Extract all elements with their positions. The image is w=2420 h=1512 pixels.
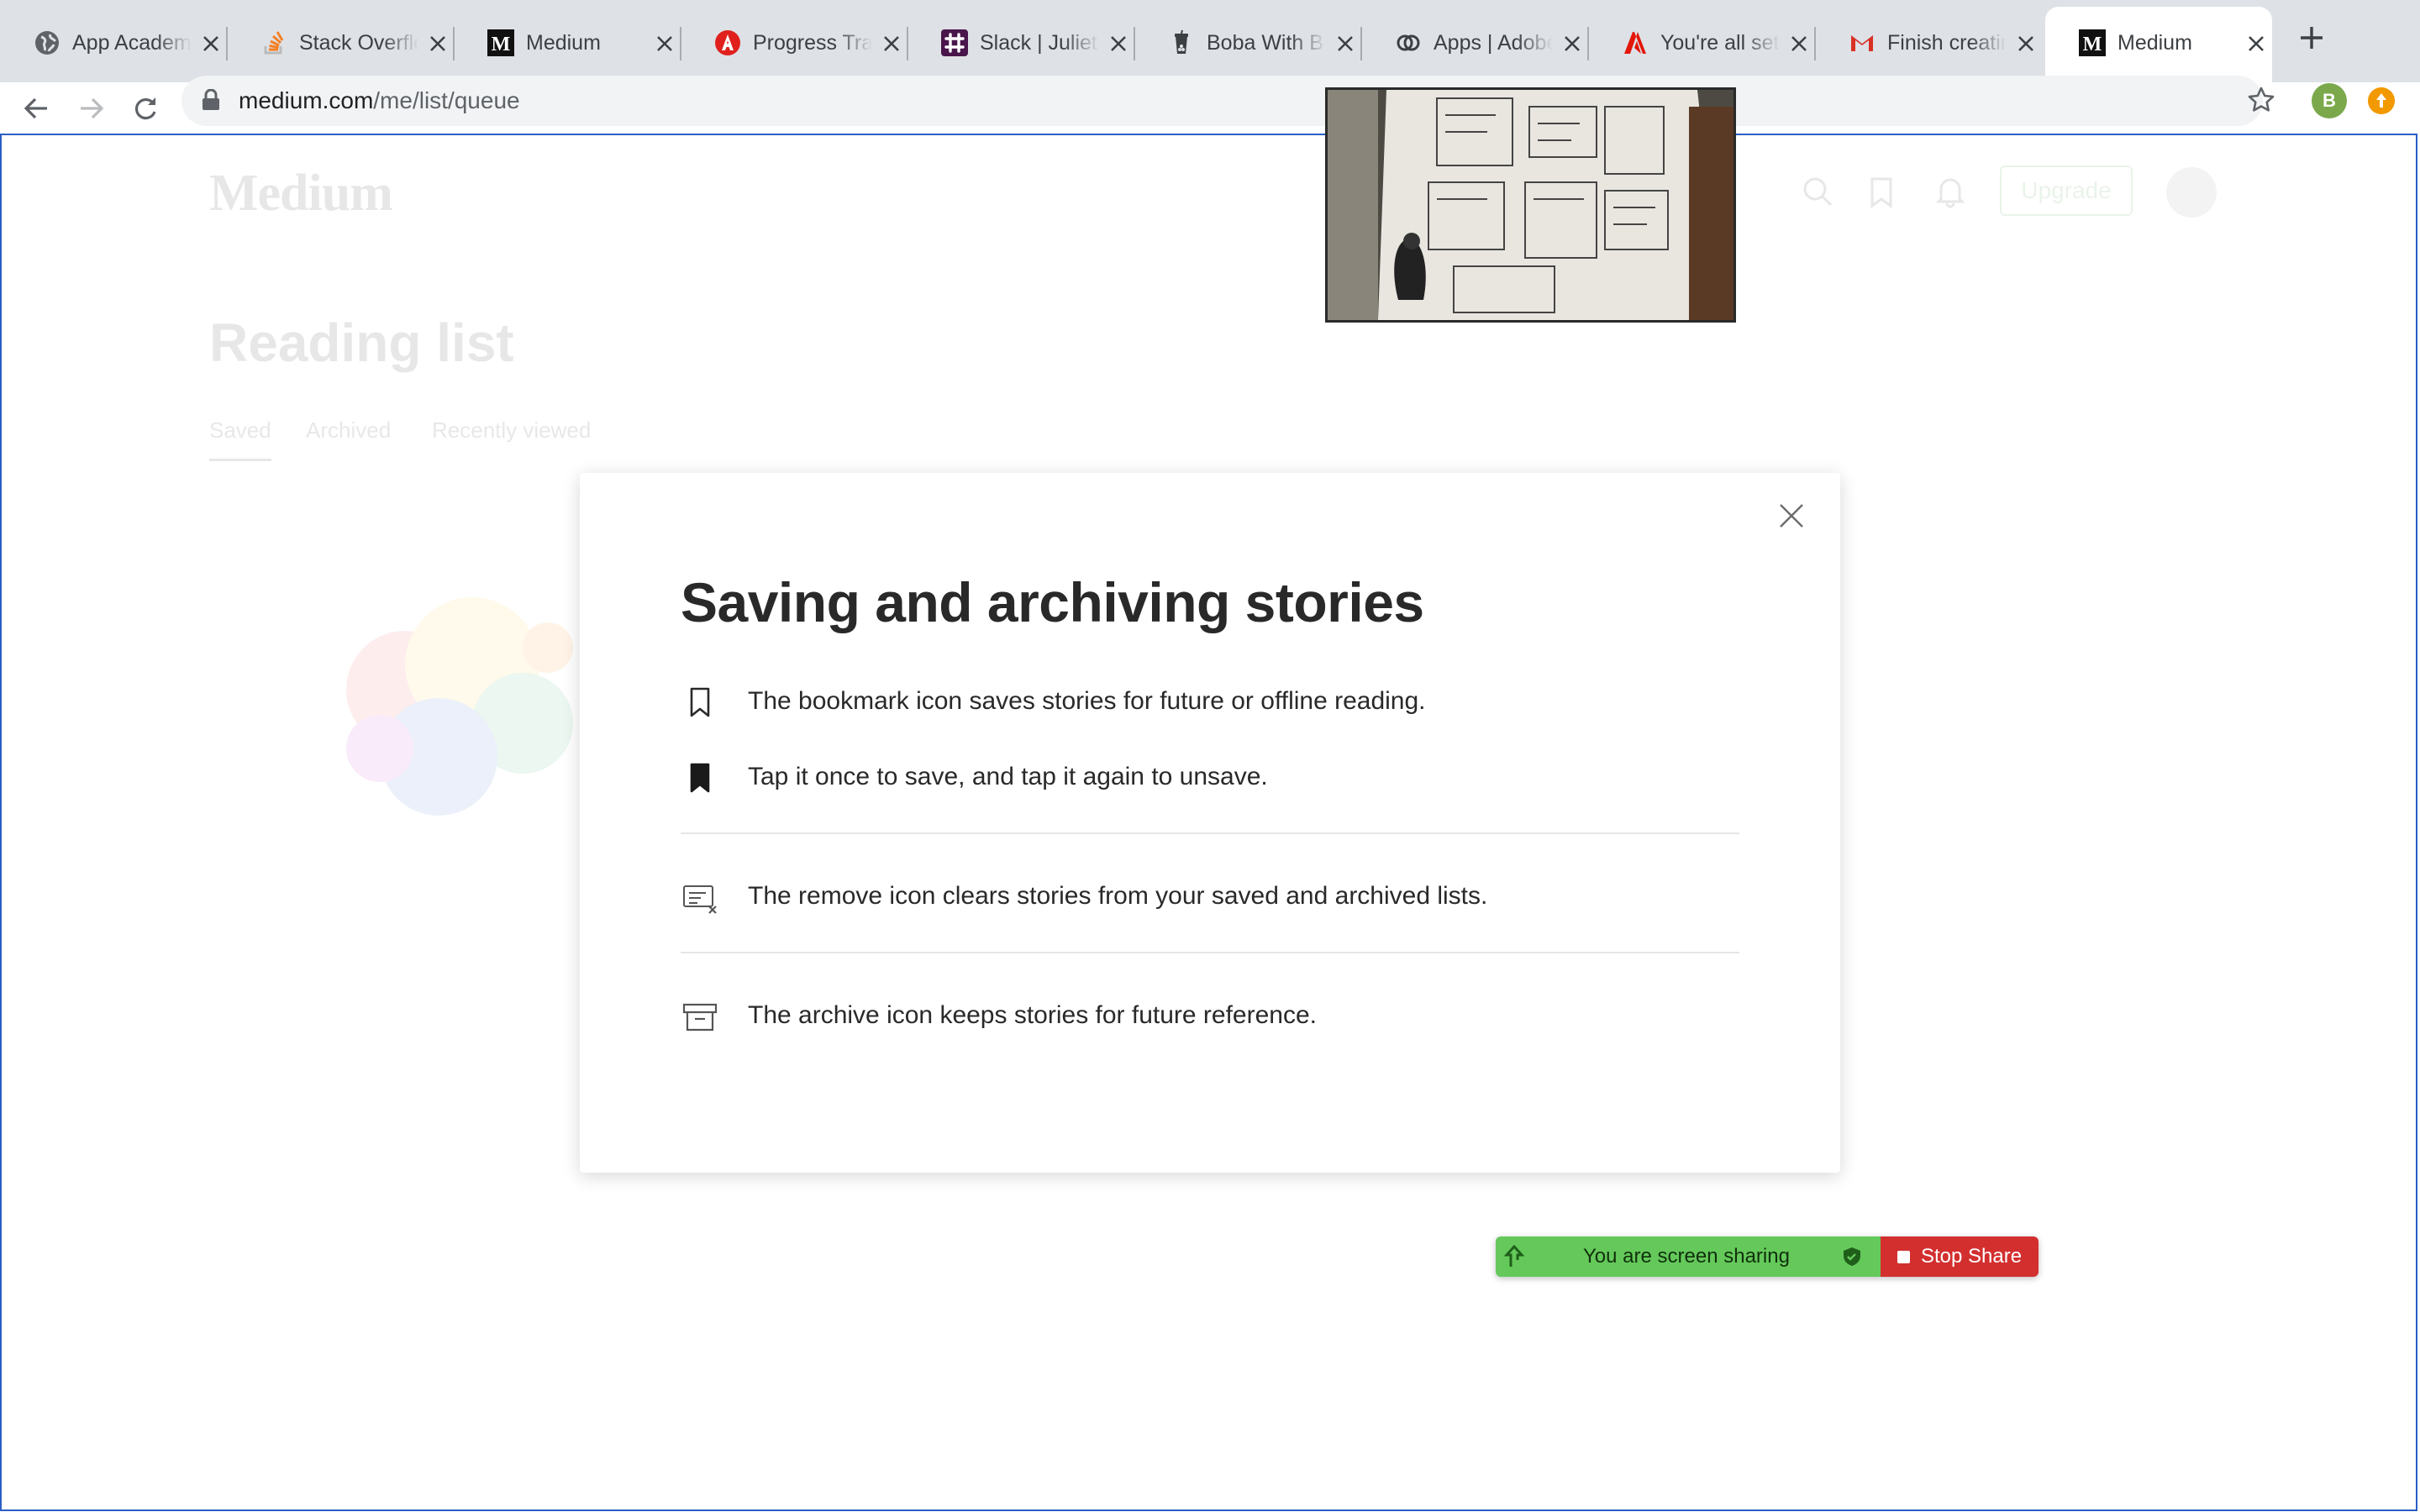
browser-tab[interactable]: Apps | Adobe [1361, 7, 1589, 82]
adobe-cc-icon [1397, 34, 1420, 51]
globe-icon [35, 31, 59, 55]
browser-tab[interactable]: Boba With B [1134, 7, 1362, 82]
adobe-icon [1624, 32, 1646, 54]
gmail-icon [1851, 35, 1873, 51]
tab-title: Progress Tracker [753, 31, 872, 55]
back-icon[interactable] [22, 94, 50, 123]
modal-row-text: The archive icon keeps stories for futur… [748, 1001, 1317, 1029]
reload-icon[interactable] [131, 94, 160, 123]
shield-check-icon [1844, 1247, 1860, 1266]
info-modal: Saving and archiving stories The bookmar… [580, 473, 1840, 1173]
close-tab-icon[interactable] [1336, 34, 1355, 53]
whiteboard-video-frame [1328, 90, 1733, 320]
modal-row: The remove icon clears stories from your… [681, 871, 1739, 921]
tab-title: Medium [2118, 31, 2192, 55]
browser-tab[interactable]: You're all set [1588, 7, 1816, 82]
empty-state-illustration [346, 597, 573, 816]
bookmark-star-icon[interactable] [2247, 86, 2275, 114]
tab-recently-viewed[interactable]: Recently viewed [432, 417, 591, 444]
close-tab-icon[interactable] [2247, 34, 2265, 53]
bookmark-outline-icon [690, 687, 710, 717]
close-tab-icon[interactable] [202, 34, 220, 53]
modal-row: The bookmark icon saves stories for futu… [681, 676, 1739, 727]
medium-icon: M [2079, 29, 2106, 56]
browser-tab[interactable]: M Medium [454, 7, 681, 82]
tab-title: Stack Overflow [299, 31, 418, 55]
bookmark-filled-icon [690, 763, 710, 793]
page-title: Reading list [209, 312, 514, 373]
stop-share-button[interactable]: Stop Share [1881, 1236, 2039, 1277]
screen-share-bar: You are screen sharing Stop Share [1496, 1236, 2039, 1277]
close-tab-icon[interactable] [655, 34, 674, 53]
stop-share-label: Stop Share [1921, 1245, 2023, 1268]
svg-text:M: M [2083, 34, 2102, 55]
profile-avatar[interactable]: B [2312, 83, 2347, 118]
svg-text:M: M [492, 34, 511, 55]
progress-tracker-icon [715, 30, 740, 55]
bell-icon[interactable] [1931, 172, 1970, 211]
upgrade-button[interactable]: Upgrade [2000, 165, 2133, 216]
modal-row-text: The bookmark icon saves stories for futu… [748, 687, 1426, 715]
modal-row: The archive icon keeps stories for futur… [681, 990, 1739, 1041]
close-icon[interactable] [1779, 503, 1804, 528]
screen-share-text: You are screen sharing [1583, 1245, 1790, 1268]
url-path: /me/list/queue [373, 87, 520, 113]
modal-row-text: The remove icon clears stories from your… [748, 882, 1488, 910]
close-tab-icon[interactable] [2017, 34, 2035, 53]
user-avatar[interactable] [2166, 167, 2217, 218]
tab-strip: App Academy Stack Overflow M Medium Prog… [0, 0, 2420, 82]
tab-title: Slack | Juliet [980, 31, 1097, 55]
modal-title: Saving and archiving stories [681, 571, 1424, 633]
medium-logo[interactable]: Medium [209, 164, 393, 223]
close-tab-icon[interactable] [1109, 34, 1128, 53]
browser-tab-active[interactable]: M Medium [2045, 7, 2272, 82]
lock-icon[interactable] [202, 89, 220, 111]
close-tab-icon[interactable] [882, 34, 901, 53]
tab-title: Boba With B [1207, 31, 1323, 55]
url-host: medium.com [239, 87, 374, 113]
forward-icon[interactable] [77, 94, 106, 123]
browser-tab[interactable]: Slack | Juliet [908, 7, 1135, 82]
search-icon[interactable] [1798, 172, 1837, 211]
url-text[interactable]: medium.com/me/list/queue [239, 84, 520, 118]
video-thumbnail[interactable] [1325, 87, 1736, 323]
slack-icon [941, 29, 968, 56]
reading-list-icon[interactable] [1862, 172, 1901, 211]
modal-row: Tap it once to save, and tap it again to… [681, 752, 1739, 802]
close-tab-icon[interactable] [429, 34, 447, 53]
share-arrow-icon [1504, 1245, 1525, 1267]
close-tab-icon[interactable] [1563, 34, 1581, 53]
divider [681, 952, 1739, 953]
stackoverflow-icon [264, 31, 284, 55]
screen-share-status[interactable]: You are screen sharing [1496, 1236, 1881, 1277]
tab-title: App Academy [72, 31, 192, 55]
browser-tab[interactable]: Stack Overflow [227, 7, 455, 82]
tab-title: Medium [526, 31, 601, 55]
extension-icon[interactable] [2368, 87, 2395, 114]
boba-icon [1175, 29, 1188, 54]
browser-tab[interactable]: Progress Tracker [681, 7, 908, 82]
remove-icon [683, 885, 717, 914]
tab-title: Finish creating [1887, 31, 2007, 55]
tab-title: You're all set [1660, 31, 1780, 55]
close-tab-icon[interactable] [1790, 34, 1808, 53]
browser-tab[interactable]: Finish creating [1815, 7, 2042, 82]
tab-saved[interactable]: Saved [209, 417, 271, 461]
tab-archived[interactable]: Archived [306, 417, 391, 444]
medium-icon: M [487, 29, 514, 56]
modal-row-text: Tap it once to save, and tap it again to… [748, 763, 1268, 790]
browser-tab[interactable]: App Academy [0, 7, 228, 82]
archive-icon [682, 1003, 718, 1032]
tab-title: Apps | Adobe [1434, 31, 1553, 55]
new-tab-icon[interactable] [2299, 25, 2324, 50]
stop-icon [1897, 1251, 1910, 1263]
divider [681, 832, 1739, 834]
